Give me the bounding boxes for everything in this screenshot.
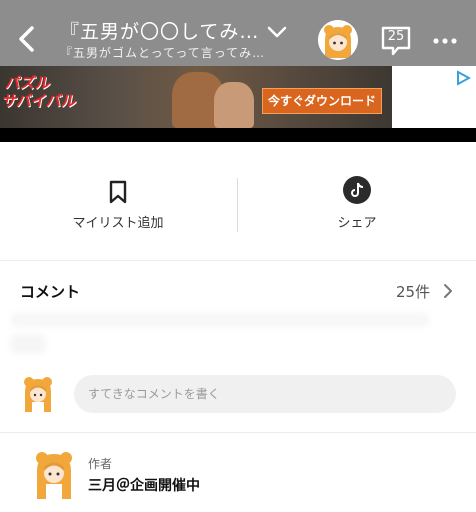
ad-logo-line2: サバイバル: [0, 92, 79, 110]
episode-subtitle: 『五男がゴムとってって言ってみ…: [60, 46, 266, 60]
ad-download-button[interactable]: 今すぐダウンロード: [262, 88, 382, 114]
ad-character-image: [214, 82, 254, 128]
add-to-mylist-button[interactable]: マイリスト追加: [40, 212, 196, 231]
creator-avatar[interactable]: [318, 20, 358, 60]
user-avatar: [24, 377, 52, 412]
comment-input[interactable]: [74, 375, 456, 413]
comments-heading: コメント: [20, 283, 81, 301]
episode-title[interactable]: 『五男が〇〇してみ…: [60, 17, 260, 44]
action-bar: マイリスト追加 シェア: [0, 142, 476, 260]
back-arrow-icon[interactable]: [14, 24, 40, 54]
more-options-icon[interactable]: [432, 36, 458, 46]
section-divider: [0, 260, 476, 261]
adchoices-icon[interactable]: [455, 70, 471, 86]
author-role-label: 作者: [88, 457, 113, 471]
divider: [237, 178, 238, 232]
blurred-comment-preview: [10, 334, 46, 354]
blurred-comment-preview: [10, 313, 430, 327]
comments-count-link[interactable]: 25件: [396, 281, 430, 302]
comment-count-badge: 25: [387, 29, 405, 44]
share-label[interactable]: シェア: [300, 212, 414, 231]
ad-game-logo: パズル サバイバル: [1, 74, 81, 110]
bookmark-icon[interactable]: [108, 180, 128, 204]
chevron-down-icon[interactable]: [266, 24, 288, 40]
author-avatar[interactable]: [32, 449, 76, 499]
avatar-character-icon: [318, 20, 358, 60]
ad-banner[interactable]: パズル サバイバル 今すぐダウンロード: [0, 66, 392, 128]
tiktok-icon: [351, 182, 364, 197]
ad-logo-line1: パズル: [4, 74, 53, 92]
section-divider: [0, 432, 476, 433]
author-name[interactable]: 三月＠企画開催中: [88, 475, 200, 495]
chevron-right-icon[interactable]: [442, 282, 454, 300]
